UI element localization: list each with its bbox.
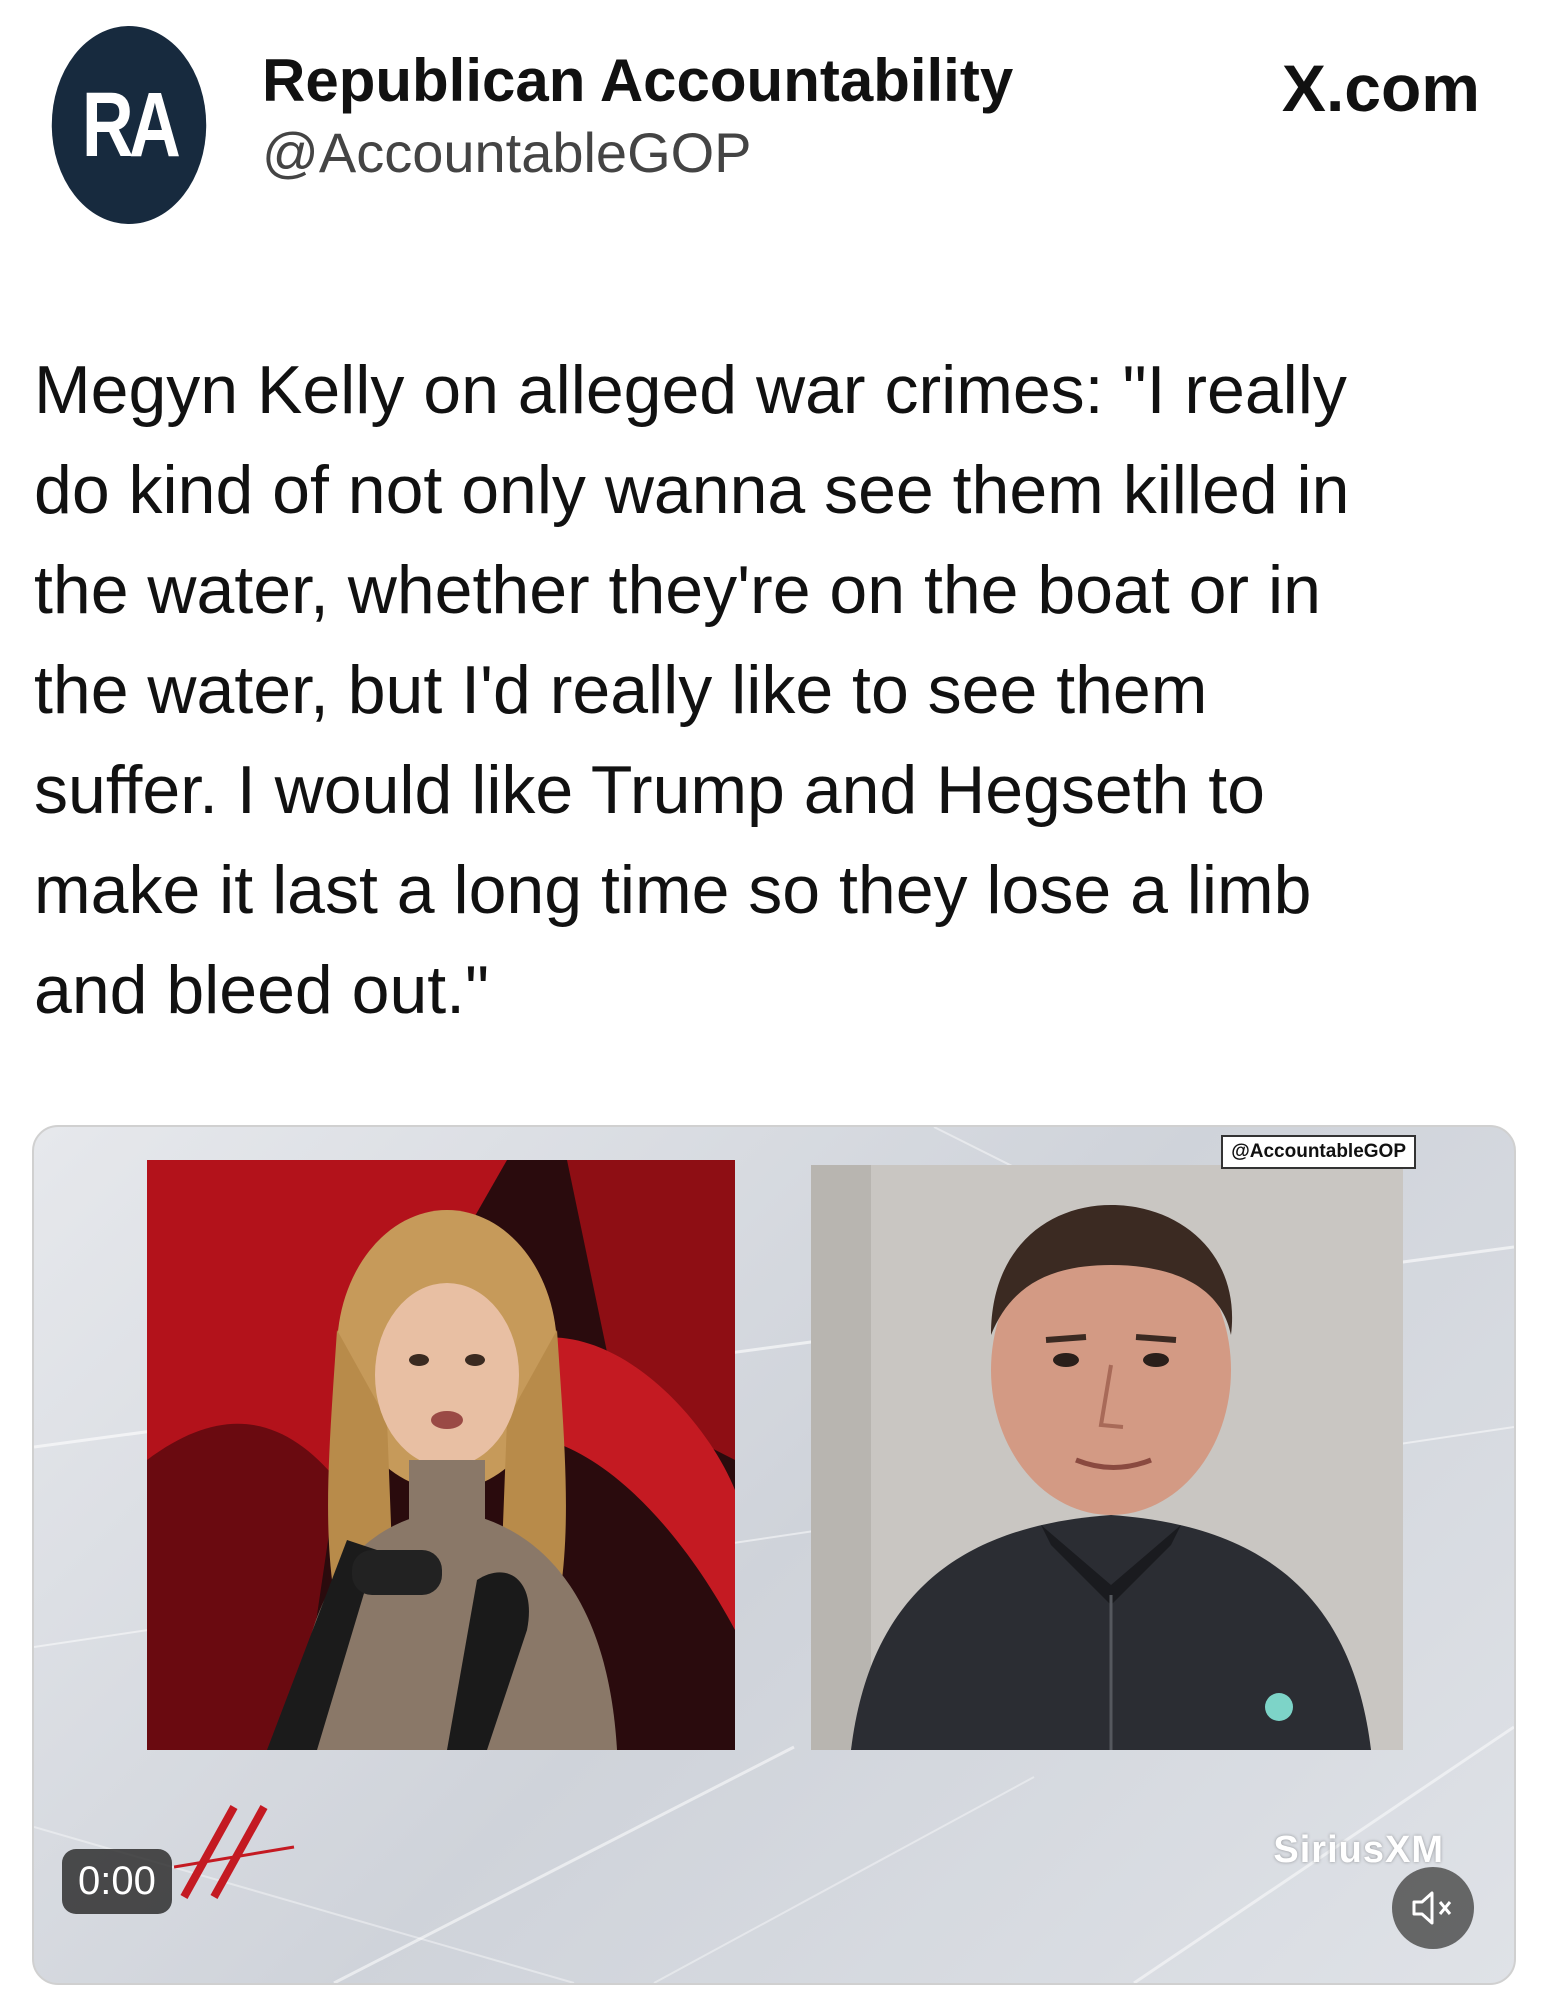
tweet-header: RA Republican Accountability @Accountabl… (30, 20, 1510, 230)
guest-video-panel (811, 1165, 1403, 1750)
avatar[interactable]: RA (51, 26, 207, 224)
host-video-panel (147, 1160, 735, 1750)
network-logo: SiriusXM (1273, 1829, 1444, 1871)
video-watermark: @AccountableGOP (1221, 1135, 1416, 1169)
account-handle[interactable]: @AccountableGOP (262, 120, 1013, 185)
avatar-initials: RA (81, 73, 181, 176)
video-timestamp: 0:00 (62, 1849, 172, 1914)
source-label: X.com (1281, 51, 1480, 125)
video-player[interactable]: @AccountableGOP 0:00 SiriusXM (32, 1125, 1516, 1985)
host-video-image (147, 1160, 735, 1750)
mute-button[interactable] (1392, 1867, 1474, 1949)
display-name[interactable]: Republican Accountability (262, 48, 1013, 114)
show-logo-icon (174, 1805, 295, 1899)
speaker-muted-icon (1412, 1891, 1452, 1925)
guest-video-image (811, 1165, 1403, 1750)
tweet-text: Megyn Kelly on alleged war crimes: "I re… (34, 352, 1350, 1028)
account-name-block: Republican Accountability @AccountableGO… (262, 48, 1013, 185)
